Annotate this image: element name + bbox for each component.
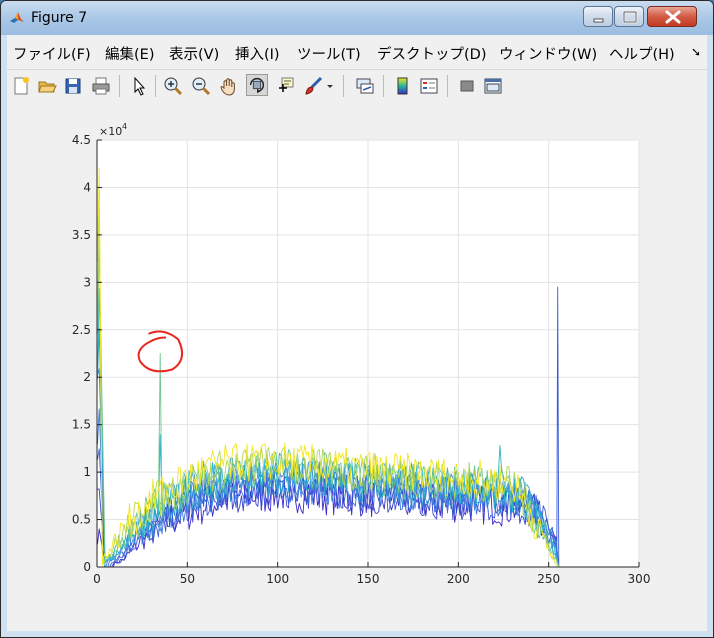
client-area: ファイル(F) 編集(E) 表示(V) 挿入(I) ツール(T) デスクトップ(… [7,35,707,631]
menu-file[interactable]: ファイル(F) [13,43,91,64]
hide-plot-tools-icon[interactable] [457,76,477,96]
menu-tools[interactable]: ツール(T) [297,43,361,64]
open-file-icon[interactable] [37,76,57,96]
y-tick-label: 2.5 [72,323,91,337]
link-plot-icon[interactable] [355,76,375,96]
y-tick-label: 3.5 [72,228,91,242]
minimize-button[interactable] [583,6,613,27]
x-tick-label: 50 [180,572,195,586]
line-chart[interactable]: 0 50 100 150 200 250 300 0 0.5 1 1.5 2 2.5 3 3.5 4 4.5 ×1… [7,102,707,631]
data-cursor-icon[interactable] [275,76,295,96]
toolbar-separator [155,75,156,97]
y-tick-label: 1.5 [72,418,91,432]
menu-insert[interactable]: 挿入(I) [235,43,280,64]
menu-help[interactable]: ヘルプ(H) [609,43,675,64]
y-tick-label: 1 [83,465,91,479]
y-tick-label: 0 [83,560,91,574]
zoom-in-icon[interactable] [163,76,183,96]
close-icon [665,10,681,24]
y-exponent-label: ×10 [99,125,122,138]
figure-window: Figure 7 ファイル(F) 編集(E) 表示(V) 挿入(I) ツール(T… [0,0,714,638]
matlab-logo-icon [10,12,24,23]
close-button[interactable] [647,6,697,27]
y-tick-label: 4 [83,180,91,194]
pointer-icon[interactable] [129,76,149,96]
x-tick-label: 200 [447,572,470,586]
maximize-button[interactable] [614,6,644,27]
menu-bar: ファイル(F) 編集(E) 表示(V) 挿入(I) ツール(T) デスクトップ(… [7,37,707,65]
menu-window[interactable]: ウィンドウ(W) [499,43,597,64]
figure-canvas[interactable]: 0 50 100 150 200 250 300 0 0.5 1 1.5 2 2.5 3 3.5 4 4.5 ×1… [7,102,707,631]
menu-edit[interactable]: 編集(E) [105,43,154,64]
colorbar-icon[interactable] [393,76,413,96]
menu-desktop[interactable]: デスクトップ(D) [377,43,486,64]
brush-icon[interactable] [303,76,323,96]
maximize-icon [622,10,638,24]
x-tick-label: 0 [93,572,101,586]
x-tick-label: 250 [537,572,560,586]
zoom-out-icon[interactable] [191,76,211,96]
menu-view[interactable]: 表示(V) [169,43,219,64]
toolbar [7,69,707,103]
title-bar[interactable]: Figure 7 [1,1,713,35]
y-tick-label: 0.5 [72,513,91,527]
y-exponent-power: 4 [122,122,127,131]
rotate-3d-icon[interactable] [246,74,268,96]
y-tick-label: 3 [83,275,91,289]
legend-icon[interactable] [419,76,439,96]
y-tick-label: 4.5 [72,133,91,147]
pan-hand-icon[interactable] [219,76,239,96]
minimize-icon [593,18,604,23]
menu-overflow-icon[interactable]: ➘ [691,45,701,59]
x-tick-label: 100 [266,572,289,586]
chevron-down-icon[interactable] [325,76,335,96]
print-icon[interactable] [91,76,111,96]
toolbar-separator [119,75,120,97]
save-icon[interactable] [63,76,83,96]
toolbar-separator [383,75,384,97]
toolbar-separator [343,75,344,97]
x-tick-label: 300 [628,572,651,586]
show-plot-tools-icon[interactable] [483,76,503,96]
x-tick-label: 150 [357,572,380,586]
new-figure-icon[interactable] [11,76,31,96]
toolbar-separator [447,75,448,97]
window-title: Figure 7 [31,10,88,26]
y-tick-label: 2 [83,370,91,384]
